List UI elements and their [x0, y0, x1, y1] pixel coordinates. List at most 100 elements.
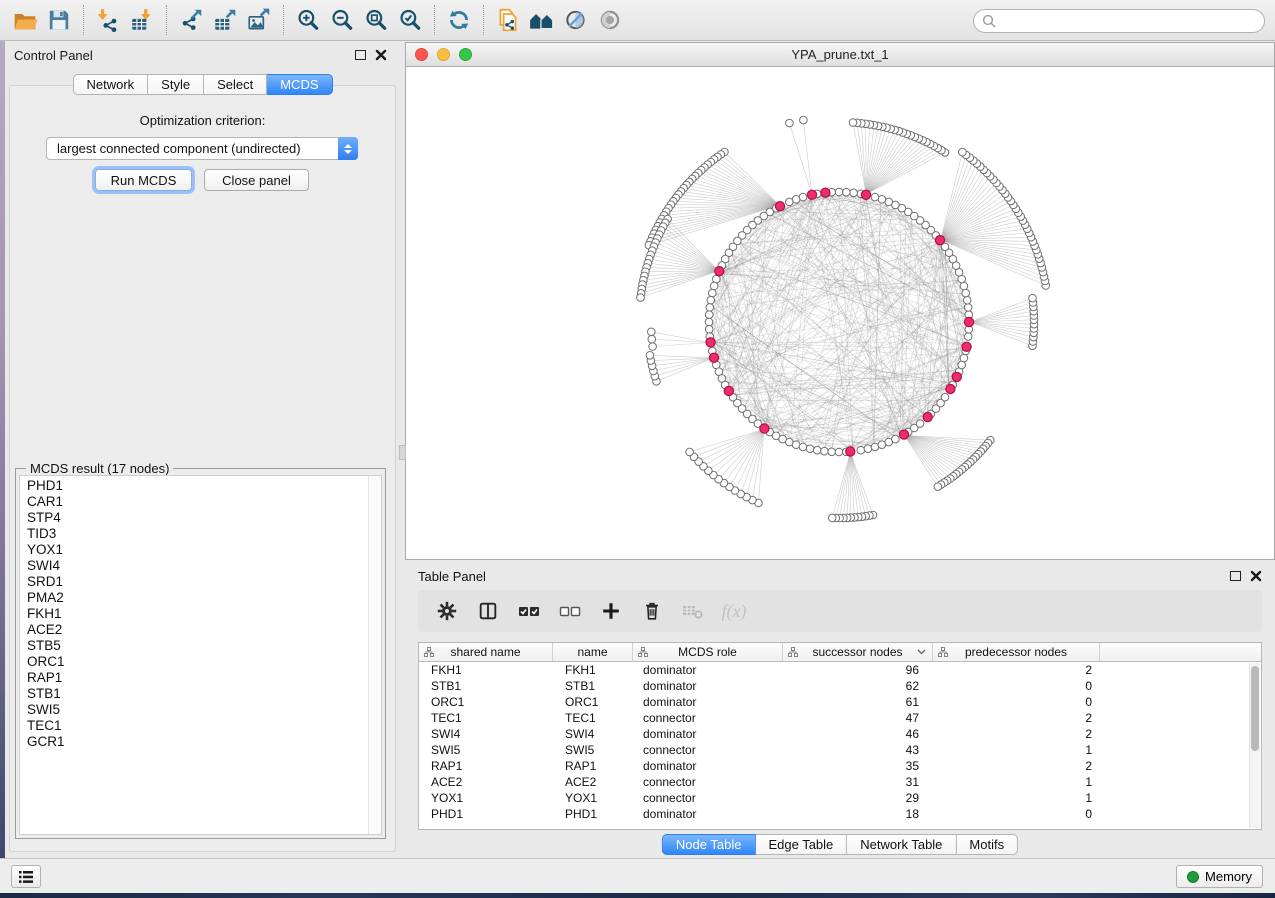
table-row[interactable]: SWI5SWI5connector431: [419, 742, 1248, 758]
table-row[interactable]: ACE2ACE2connector311: [419, 774, 1248, 790]
table-row[interactable]: FKH1FKH1dominator962: [419, 662, 1248, 678]
network-window-titlebar[interactable]: YPA_prune.txt_1: [406, 43, 1274, 67]
panel-splitter-handle[interactable]: [399, 445, 406, 460]
mcds-result-item[interactable]: YOX1: [20, 542, 367, 558]
run-mcds-button[interactable]: Run MCDS: [95, 169, 192, 191]
network-canvas[interactable]: [406, 67, 1274, 559]
show-columns-button[interactable]: [475, 598, 501, 624]
column-header-name[interactable]: name: [553, 643, 633, 661]
network-window-title: YPA_prune.txt_1: [406, 43, 1274, 66]
mcds-list-scrollbar[interactable]: [368, 476, 381, 834]
mcds-result-item[interactable]: ACE2: [20, 622, 367, 638]
column-header-mcds-role[interactable]: MCDS role: [633, 643, 783, 661]
table-scrollbar-thumb[interactable]: [1251, 666, 1259, 751]
select-all-button[interactable]: [516, 598, 542, 624]
delete-column-button[interactable]: [639, 598, 665, 624]
mcds-result-item[interactable]: SWI5: [20, 702, 367, 718]
table-row[interactable]: RAP1RAP1dominator352: [419, 758, 1248, 774]
mcds-result-item[interactable]: SWI4: [20, 558, 367, 574]
table-panel-title: Table Panel: [418, 569, 486, 584]
mcds-result-item[interactable]: RAP1: [20, 670, 367, 686]
mcds-result-item[interactable]: FKH1: [20, 606, 367, 622]
table-row[interactable]: STB1STB1dominator620: [419, 678, 1248, 694]
birdseye-view-button[interactable]: [593, 4, 627, 36]
open-button[interactable]: [8, 4, 42, 36]
delete-table-button[interactable]: [680, 598, 706, 624]
mcds-result-item[interactable]: TEC1: [20, 718, 367, 734]
tab-mcds[interactable]: MCDS: [267, 74, 332, 95]
add-column-button[interactable]: [598, 598, 624, 624]
duplicate-network-button[interactable]: [491, 4, 525, 36]
close-panel-icon[interactable]: [375, 49, 387, 61]
table-settings-button[interactable]: [434, 598, 460, 624]
export-image-button[interactable]: [242, 4, 276, 36]
export-network-icon: [178, 7, 204, 33]
mcds-result-item[interactable]: STP4: [20, 510, 367, 526]
columns-icon: [477, 600, 499, 622]
mcds-result-item[interactable]: TID3: [20, 526, 367, 542]
close-panel-button[interactable]: Close panel: [204, 169, 309, 191]
node-table-body: FKH1FKH1dominator962STB1STB1dominator620…: [419, 662, 1248, 829]
save-disk-icon: [46, 7, 72, 33]
window-minimize-traffic-light[interactable]: [437, 48, 450, 61]
zoom-in-button[interactable]: [291, 4, 325, 36]
network-analyzer-button[interactable]: [525, 4, 559, 36]
zoom-selected-button[interactable]: [393, 4, 427, 36]
hide-graphics-details-button[interactable]: [559, 4, 593, 36]
tab-edge-table[interactable]: Edge Table: [755, 834, 847, 855]
tab-motifs[interactable]: Motifs: [956, 834, 1018, 855]
mcds-result-item[interactable]: STB1: [20, 686, 367, 702]
table-row[interactable]: YOX1YOX1connector291: [419, 790, 1248, 806]
table-cell: SWI5: [419, 742, 553, 758]
save-button[interactable]: [42, 4, 76, 36]
float-panel-icon[interactable]: [1230, 571, 1241, 581]
zoom-fit-button[interactable]: [359, 4, 393, 36]
mcds-result-item[interactable]: STB5: [20, 638, 367, 654]
mcds-result-listbox[interactable]: PHD1CAR1STP4TID3YOX1SWI4SRD1PMA2FKH1ACE2…: [19, 475, 382, 835]
table-cell: 1: [933, 790, 1100, 806]
mcds-result-item[interactable]: PHD1: [20, 478, 367, 494]
window-zoom-traffic-light[interactable]: [459, 48, 472, 61]
table-row[interactable]: TEC1TEC1connector472: [419, 710, 1248, 726]
table-panel: Table Panel f(x) shared name name MCDS r…: [405, 565, 1275, 858]
task-history-button[interactable]: [11, 865, 41, 888]
mcds-result-item[interactable]: GCR1: [20, 734, 367, 750]
mcds-result-item[interactable]: ORC1: [20, 654, 367, 670]
import-table-button[interactable]: [125, 4, 159, 36]
control-panel-tabs: Network Style Select MCDS: [72, 74, 332, 95]
optimization-criterion-select[interactable]: largest connected component (undirected): [46, 137, 358, 160]
selected-criterion-value: largest connected component (undirected): [47, 141, 338, 156]
column-header-successor-nodes[interactable]: successor nodes: [783, 643, 933, 661]
deselect-all-button[interactable]: [557, 598, 583, 624]
refresh-button[interactable]: [442, 4, 476, 36]
table-scrollbar[interactable]: [1249, 663, 1260, 828]
table-row[interactable]: PHD1PHD1dominator180: [419, 806, 1248, 822]
column-header-predecessor-nodes[interactable]: predecessor nodes: [933, 643, 1100, 661]
column-header-filler: [1100, 643, 1261, 661]
tab-node-table[interactable]: Node Table: [662, 834, 756, 855]
table-row[interactable]: SWI4SWI4dominator462: [419, 726, 1248, 742]
mcds-result-item[interactable]: CAR1: [20, 494, 367, 510]
import-network-button[interactable]: [91, 4, 125, 36]
zoom-out-icon: [329, 7, 355, 33]
export-network-button[interactable]: [174, 4, 208, 36]
tab-network-table[interactable]: Network Table: [847, 834, 956, 855]
tab-style[interactable]: Style: [148, 74, 204, 95]
memory-button[interactable]: Memory: [1176, 865, 1263, 888]
search-input[interactable]: [996, 11, 1264, 31]
column-header-shared-name[interactable]: shared name: [419, 643, 553, 661]
float-panel-icon[interactable]: [355, 50, 366, 60]
houses-icon: [528, 7, 556, 33]
mcds-result-item[interactable]: PMA2: [20, 590, 367, 606]
export-table-button[interactable]: [208, 4, 242, 36]
tab-network[interactable]: Network: [72, 74, 148, 95]
mcds-result-item[interactable]: SRD1: [20, 574, 367, 590]
eye-icon: [597, 7, 623, 33]
zoom-out-button[interactable]: [325, 4, 359, 36]
window-close-traffic-light[interactable]: [415, 48, 428, 61]
table-row[interactable]: ORC1ORC1dominator610: [419, 694, 1248, 710]
function-builder-button[interactable]: f(x): [721, 598, 747, 624]
tab-select[interactable]: Select: [204, 74, 267, 95]
table-toolbar: f(x): [418, 590, 1262, 632]
close-panel-icon[interactable]: [1250, 570, 1262, 582]
